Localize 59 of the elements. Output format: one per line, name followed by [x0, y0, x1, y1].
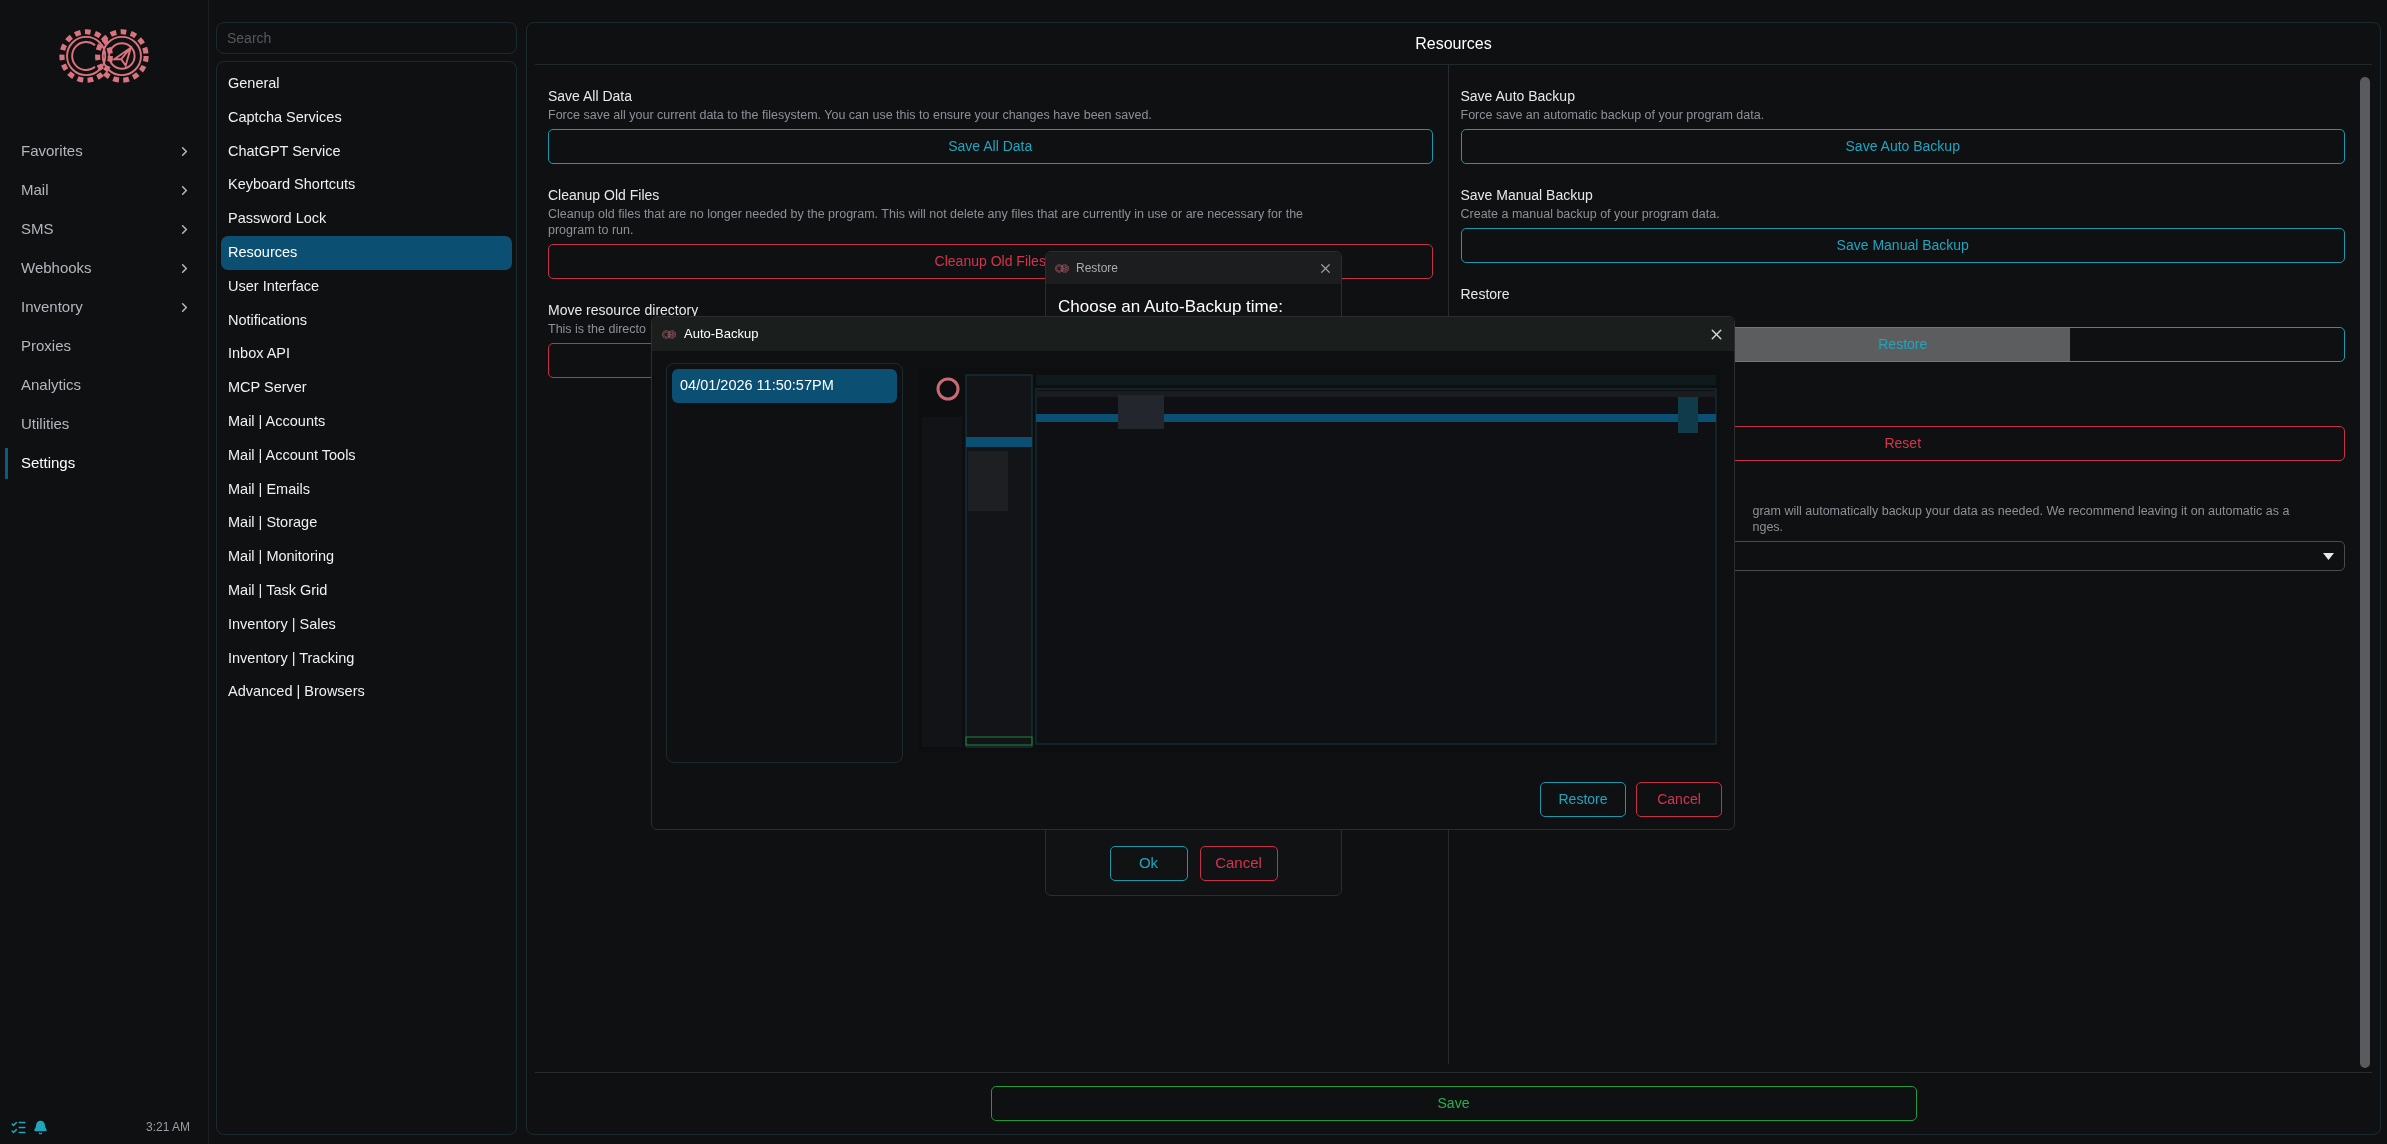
search-field[interactable]: Search: [216, 22, 517, 54]
nav-item[interactable]: Mail: [0, 171, 208, 210]
app-icon: [1054, 262, 1070, 274]
category-item[interactable]: Mail | Monitoring: [221, 540, 512, 574]
action-button[interactable]: Save All Data: [548, 129, 1433, 164]
nav-item[interactable]: Inventory: [0, 288, 208, 327]
dialog-prompt: Choose an Auto-Backup time:: [1057, 296, 1284, 318]
nav-item[interactable]: Proxies: [0, 327, 208, 366]
nav-item[interactable]: Webhooks: [0, 249, 208, 288]
nav-item[interactable]: SMS: [0, 210, 208, 249]
section-title: Save Manual Backup: [1460, 186, 1593, 205]
category-item[interactable]: MCP Server: [221, 371, 512, 405]
section-description: Force save all your current data to the filesystem. You can use this to ensure your changes have been saved.: [548, 107, 1152, 123]
save-button[interactable]: Save: [990, 1086, 1917, 1121]
category-item[interactable]: ChatGPT Service: [221, 134, 512, 169]
category-item[interactable]: Captcha Services: [221, 100, 512, 135]
section-title: Save Auto Backup: [1460, 87, 1575, 106]
category-item[interactable]: Mail | Accounts: [221, 404, 512, 439]
section-title: Restore: [1460, 285, 1510, 304]
dialog-button[interactable]: Restore: [1540, 782, 1626, 817]
category-item[interactable]: Mail | Task Grid: [221, 573, 512, 608]
section-title: Move resource directory: [548, 301, 699, 320]
section-description: gram will automatically backup your data as needed. We recommend leaving it on automatic as a nges.: [1752, 503, 2290, 535]
category-item[interactable]: Mail | Emails: [221, 472, 512, 507]
nav-item[interactable]: Settings: [0, 444, 208, 483]
section-description: Force save an automatic backup of your program data.: [1460, 107, 1765, 123]
action-button[interactable]: Save Auto Backup: [1460, 129, 2345, 164]
category-item[interactable]: Keyboard Shortcuts: [221, 168, 512, 203]
nav-item[interactable]: Favorites: [0, 132, 208, 171]
category-item[interactable]: Password Lock: [221, 202, 512, 236]
nav-item[interactable]: Utilities: [0, 405, 208, 444]
category-item[interactable]: Inbox API: [221, 337, 512, 372]
dialog-button[interactable]: Cancel: [1199, 846, 1278, 881]
backup-item[interactable]: 04/01/2026 11:50:57PM: [672, 369, 897, 403]
dialog-title: Restore: [1076, 260, 1119, 277]
dropdown-caret-icon: [2323, 552, 2334, 560]
nav-item[interactable]: Analytics: [0, 366, 208, 405]
category-item[interactable]: General: [221, 67, 512, 101]
action-button[interactable]: Save Manual Backup: [1460, 228, 2345, 263]
section-description: Cleanup old files that are no longer needed by the program. This will not delete any files that are currently in use or are necessary for the program to run.: [548, 206, 1304, 238]
category-item[interactable]: Inventory | Tracking: [221, 641, 512, 676]
section-title: Cleanup Old Files: [548, 186, 660, 205]
category-item[interactable]: Inventory | Sales: [221, 607, 512, 642]
section-description: This is the directo: [548, 321, 646, 337]
notification-icon[interactable]: [33, 1119, 48, 1135]
app-icon: [661, 328, 677, 340]
category-item[interactable]: Mail | Account Tools: [221, 438, 512, 473]
category-item[interactable]: Resources: [221, 236, 512, 270]
clock-time: 3:21 AM: [145, 1119, 190, 1136]
dialog-button[interactable]: Cancel: [1636, 782, 1722, 817]
category-item[interactable]: Mail | Storage: [221, 506, 512, 541]
dialog-title: Auto-Backup: [684, 325, 759, 344]
category-item[interactable]: User Interface: [221, 269, 512, 304]
section-title: Save All Data: [548, 87, 633, 106]
category-item[interactable]: Notifications: [221, 303, 512, 338]
category-item[interactable]: Advanced | Browsers: [221, 675, 512, 710]
section-description: Create a manual backup of your program data.: [1460, 206, 1720, 222]
dialog-button[interactable]: Ok: [1109, 846, 1188, 881]
page-title: Resources: [535, 23, 2372, 65]
